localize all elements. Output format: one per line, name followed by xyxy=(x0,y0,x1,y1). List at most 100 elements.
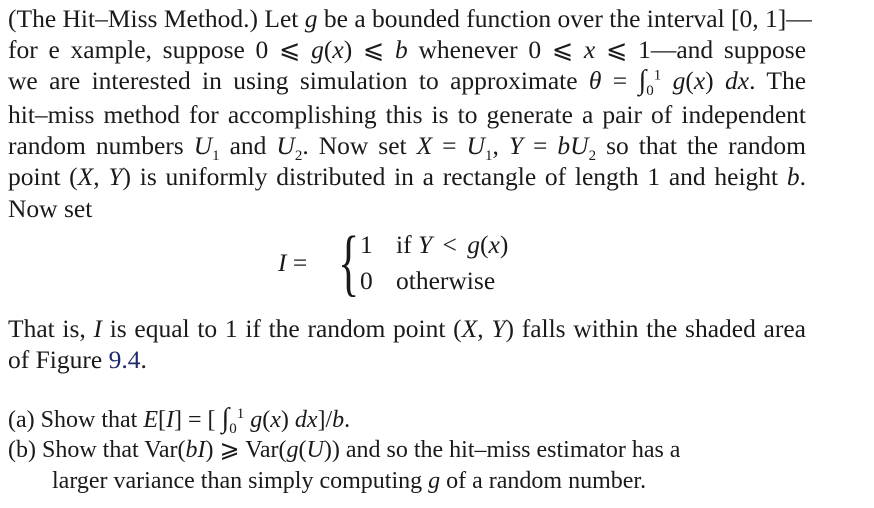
text: of a random number. xyxy=(440,468,647,494)
math-var: I xyxy=(278,248,287,277)
text: ) xyxy=(343,35,363,64)
text: That is, xyxy=(8,314,94,343)
text: = xyxy=(523,131,558,160)
math-var: U xyxy=(466,131,485,160)
exercise-b-line-2: larger variance than simply computing g … xyxy=(52,466,646,496)
text: so that the random xyxy=(596,131,806,160)
text: . The xyxy=(749,66,807,95)
text: (The Hit–Miss Method.) Let xyxy=(8,4,305,33)
text: for e xample, suppose 0 xyxy=(8,35,280,64)
math-var: g xyxy=(428,468,441,494)
math-rel: < xyxy=(436,230,464,259)
text: is equal to 1 if the random point ( xyxy=(102,314,462,343)
math-var: dx xyxy=(725,66,750,95)
math-var: x xyxy=(583,35,596,64)
math-var: X xyxy=(461,314,478,343)
math-var: b xyxy=(395,35,408,64)
case-row-2: 0 otherwise xyxy=(360,266,495,296)
text: ) ⩾ Var( xyxy=(205,437,287,463)
paragraph-line-6: point (X, Y) is uniformly distributed in… xyxy=(8,162,806,192)
case-condition: if xyxy=(396,230,418,259)
math-rel: ⩽ xyxy=(605,35,628,64)
math-var: U xyxy=(193,131,213,160)
paragraph-line-1: (The Hit–Miss Method.) Let g be a bounde… xyxy=(8,4,812,34)
math-var: b xyxy=(557,131,571,160)
math-var: U xyxy=(306,437,324,463)
math-var: g xyxy=(250,407,263,433)
math-rel: ⩽ xyxy=(362,35,385,64)
math-var: I xyxy=(165,407,174,433)
text: ( xyxy=(298,437,307,463)
integral-lower: 0 xyxy=(646,83,654,100)
text: . xyxy=(799,162,806,191)
text: . xyxy=(140,345,147,374)
text: ) xyxy=(705,66,726,95)
item-label: (a) xyxy=(8,407,35,433)
text: )) and so the hit–miss estimator has a xyxy=(323,437,681,463)
equation-lhs: I = xyxy=(278,248,307,278)
math-var: b xyxy=(185,437,198,463)
math-var: x xyxy=(693,66,706,95)
text: ] = [ xyxy=(173,407,222,433)
math-var: E xyxy=(143,407,158,433)
paragraph-line-7: Now set xyxy=(8,194,93,223)
left-brace: { xyxy=(338,222,360,304)
math-var: g xyxy=(672,66,686,95)
text: ]/ xyxy=(317,407,333,433)
exercise-a: (a) Show that E[I] = [ ∫01 g(x) dx]/b. xyxy=(8,403,351,437)
paragraph-line-3: we are interested in using simulation to… xyxy=(8,66,807,100)
item-label: (b) xyxy=(8,437,36,463)
text: Show that xyxy=(40,407,144,433)
text: , xyxy=(93,162,109,191)
math-rel: ⩽ xyxy=(551,35,574,64)
text: Show that Var( xyxy=(41,437,186,463)
text: = xyxy=(601,66,639,95)
text: ) is uniformly distributed in a rectangl… xyxy=(122,162,787,191)
text: random numbers xyxy=(8,131,194,160)
math-var: dx xyxy=(294,407,318,433)
text: ) falls within the shaded area xyxy=(505,314,806,343)
math-var: b xyxy=(786,162,800,191)
text: 1—and suppose xyxy=(627,35,807,64)
figure-reference-link[interactable]: 9.4 xyxy=(109,345,141,374)
text: = xyxy=(432,131,467,160)
text xyxy=(661,66,672,95)
math-var: g xyxy=(311,35,324,64)
paragraph-line-4: hit–miss method for accomplishing this i… xyxy=(8,100,806,129)
math-var: g xyxy=(304,4,318,33)
exercise-b-line-1: (b) Show that Var(bI) ⩾ Var(g(U)) and so… xyxy=(8,435,806,465)
math-var: I xyxy=(197,437,206,463)
math-var: x xyxy=(488,230,500,259)
math-var: I xyxy=(93,314,103,343)
text: whenever 0 xyxy=(407,35,552,64)
math-var: U xyxy=(570,131,589,160)
case-row-1: 1 if Y < g(x) xyxy=(360,230,509,259)
math-var: g xyxy=(286,437,299,463)
math-var: b xyxy=(332,407,345,433)
text: we are interested in using simulation to… xyxy=(8,66,589,95)
text: [ xyxy=(157,407,166,433)
integral-upper: 1 xyxy=(236,406,245,422)
math-var: x xyxy=(332,35,344,64)
text: and xyxy=(219,131,277,160)
math-var: Y xyxy=(491,314,506,343)
math-var: Y xyxy=(508,131,524,160)
text: of Figure xyxy=(8,345,109,374)
paragraph2-line-1: That is, I is equal to 1 if the random p… xyxy=(8,314,806,344)
math-var: x xyxy=(270,407,281,433)
math-rel: ⩽ xyxy=(279,35,301,64)
math-var: Y xyxy=(417,230,433,259)
math-var: θ xyxy=(588,66,602,95)
text: ( xyxy=(685,66,694,95)
text: point ( xyxy=(8,162,78,191)
math-var: X xyxy=(77,162,94,191)
text: , xyxy=(492,131,509,160)
case-value: 0 xyxy=(360,266,373,295)
text: . xyxy=(344,407,351,433)
math-var: U xyxy=(276,131,295,160)
math-var: X xyxy=(416,131,433,160)
case-condition: otherwise xyxy=(396,266,496,295)
paragraph-line-5: random numbers U1 and U2. Now set X = U1… xyxy=(8,131,806,164)
paragraph2-line-2: of Figure 9.4. xyxy=(8,345,147,375)
text: . Now set xyxy=(302,131,417,160)
